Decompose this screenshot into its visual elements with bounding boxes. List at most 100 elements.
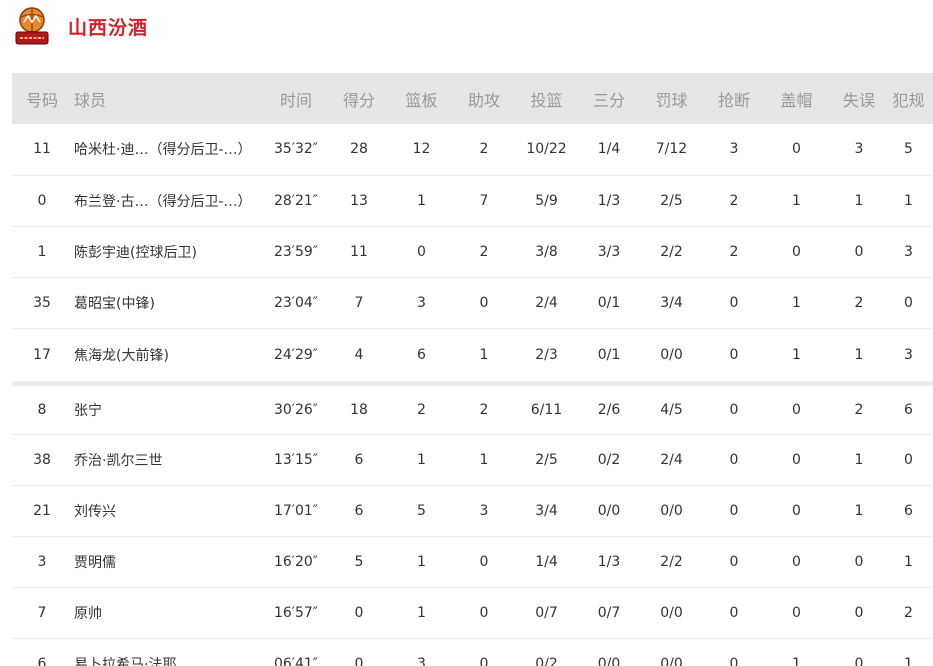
cell-blocks: 0 (759, 383, 834, 435)
cell-points: 6 (334, 485, 384, 537)
cell-field-goals: 1/4 (509, 536, 584, 588)
cell-three-pointers: 3/3 (584, 226, 634, 278)
cell-free-throws: 3/4 (634, 277, 709, 329)
cell-minutes: 23′59″ (258, 226, 334, 278)
cell-three-pointers: 0/0 (584, 485, 634, 537)
cell-player[interactable]: 张宁 (72, 383, 258, 435)
column-header-free-throws: 罚球 (655, 90, 688, 110)
cell-blocks: 0 (759, 434, 834, 486)
cell-three-pointers: 0/7 (584, 587, 634, 639)
cell-three-pointers: 0/2 (584, 434, 634, 486)
cell-fouls: 1 (884, 638, 933, 666)
cell-points: 11 (334, 226, 384, 278)
cell-minutes: 35′32″ (258, 124, 334, 176)
cell-player[interactable]: 布兰登·古…（得分后卫-…） (72, 175, 258, 227)
column-header-rebounds: 篮板 (405, 90, 438, 110)
cell-number: 11 (12, 124, 72, 176)
table-row[interactable]: 35 葛昭宝(中锋) 23′04″ 7 3 0 2/4 0/1 3/4 0 1 2 0 (12, 277, 933, 329)
cell-minutes: 06′41″ (258, 638, 334, 666)
cell-player[interactable]: 原帅 (72, 587, 258, 639)
cell-player[interactable]: 乔治·凯尔三世 (72, 434, 258, 486)
cell-turnovers: 0 (834, 226, 884, 278)
cell-player[interactable]: 葛昭宝(中锋) (72, 277, 258, 329)
cell-assists: 2 (459, 226, 509, 278)
cell-steals: 0 (709, 536, 759, 588)
cell-blocks: 1 (759, 175, 834, 227)
cell-steals: 0 (709, 587, 759, 639)
cell-turnovers: 1 (834, 485, 884, 537)
cell-number: 7 (12, 587, 72, 639)
cell-fouls: 0 (884, 434, 933, 486)
cell-fouls: 5 (884, 124, 933, 176)
cell-turnovers: 2 (834, 277, 884, 329)
table-row[interactable]: 0 布兰登·古…（得分后卫-…） 28′21″ 13 1 7 5/9 1/3 2/5 2 1 1 1 (12, 175, 933, 227)
column-header-steals: 抢断 (717, 90, 750, 110)
cell-free-throws: 2/2 (634, 536, 709, 588)
cell-field-goals: 10/22 (509, 124, 584, 176)
cell-rebounds: 3 (384, 277, 459, 329)
cell-player[interactable]: 哈米杜·迪…（得分后卫-…） (72, 124, 258, 176)
table-row[interactable]: 6 易卜拉希马·法耶 06′41″ 0 3 0 0/2 0/0 0/0 0 1 0 1 (12, 638, 933, 666)
cell-minutes: 23′04″ (258, 277, 334, 329)
cell-free-throws: 0/0 (634, 638, 709, 666)
cell-number: 1 (12, 226, 72, 278)
cell-field-goals: 2/4 (509, 277, 584, 329)
cell-three-pointers: 0/1 (584, 328, 634, 386)
cell-rebounds: 3 (384, 638, 459, 666)
cell-blocks: 1 (759, 638, 834, 666)
cell-player[interactable]: 陈彭宇迪(控球后卫) (72, 226, 258, 278)
cell-field-goals: 0/7 (509, 587, 584, 639)
cell-points: 6 (334, 434, 384, 486)
table-row[interactable]: 1 陈彭宇迪(控球后卫) 23′59″ 11 0 2 3/8 3/3 2/2 2 0 0 3 (12, 226, 933, 278)
cell-assists: 2 (459, 383, 509, 435)
cell-number: 8 (12, 383, 72, 435)
column-header-three-pointers: 三分 (592, 90, 625, 110)
cell-steals: 0 (709, 277, 759, 329)
cell-player[interactable]: 焦海龙(大前锋) (72, 328, 258, 386)
cell-assists: 0 (459, 277, 509, 329)
column-header-turnovers: 失误 (842, 90, 875, 110)
cell-minutes: 28′21″ (258, 175, 334, 227)
cell-player[interactable]: 刘传兴 (72, 485, 258, 537)
cell-assists: 7 (459, 175, 509, 227)
cell-three-pointers: 0/0 (584, 638, 634, 666)
table-row[interactable]: 38 乔治·凯尔三世 13′15″ 6 1 1 2/5 0/2 2/4 0 0 1 0 (12, 434, 933, 486)
table-row[interactable]: 3 贾明儒 16′20″ 5 1 0 1/4 1/3 2/2 0 0 0 1 (12, 536, 933, 588)
cell-points: 7 (334, 277, 384, 329)
cell-assists: 0 (459, 536, 509, 588)
cell-fouls: 1 (884, 536, 933, 588)
cell-assists: 0 (459, 638, 509, 666)
cell-field-goals: 3/4 (509, 485, 584, 537)
cell-turnovers: 0 (834, 587, 884, 639)
cell-points: 0 (334, 587, 384, 639)
cell-blocks: 0 (759, 587, 834, 639)
table-row[interactable]: 11 哈米杜·迪…（得分后卫-…） 35′32″ 28 12 2 10/22 1/4 7/12 3… (12, 124, 933, 176)
cell-field-goals: 3/8 (509, 226, 584, 278)
cell-minutes: 30′26″ (258, 383, 334, 435)
table-row[interactable]: 21 刘传兴 17′01″ 6 5 3 3/4 0/0 0/0 0 0 1 6 (12, 485, 933, 537)
team-name: 山西汾酒 (68, 16, 149, 39)
cell-free-throws: 0/0 (634, 587, 709, 639)
cell-rebounds: 6 (384, 328, 459, 386)
cell-free-throws: 7/12 (634, 124, 709, 176)
cell-free-throws: 2/5 (634, 175, 709, 227)
column-header-fouls: 犯规 (892, 90, 925, 110)
cell-steals: 2 (709, 175, 759, 227)
table-header-row: 号码 球员 时间 得分 篮板 助攻 投篮 三分 罚球 抢断 盖帽 失误 犯规 (12, 73, 933, 124)
cell-player[interactable]: 易卜拉希马·法耶 (72, 638, 258, 666)
cell-steals: 2 (709, 226, 759, 278)
cell-steals: 0 (709, 485, 759, 537)
column-header-points: 得分 (342, 90, 375, 110)
column-header-player: 球员 (74, 90, 107, 110)
cell-field-goals: 0/2 (509, 638, 584, 666)
table-row[interactable]: 17 焦海龙(大前锋) 24′29″ 4 6 1 2/3 0/1 0/0 0 1 1 3 (12, 328, 933, 386)
column-header-blocks: 盖帽 (780, 90, 813, 110)
cell-blocks: 1 (759, 277, 834, 329)
cell-minutes: 16′20″ (258, 536, 334, 588)
cell-player[interactable]: 贾明儒 (72, 536, 258, 588)
cell-rebounds: 2 (384, 383, 459, 435)
cell-free-throws: 0/0 (634, 485, 709, 537)
table-row[interactable]: 8 张宁 30′26″ 18 2 2 6/11 2/6 4/5 0 0 2 6 (12, 383, 933, 435)
team-header: 山西汾酒 (14, 5, 148, 47)
table-row[interactable]: 7 原帅 16′57″ 0 1 0 0/7 0/7 0/0 0 0 0 2 (12, 587, 933, 639)
